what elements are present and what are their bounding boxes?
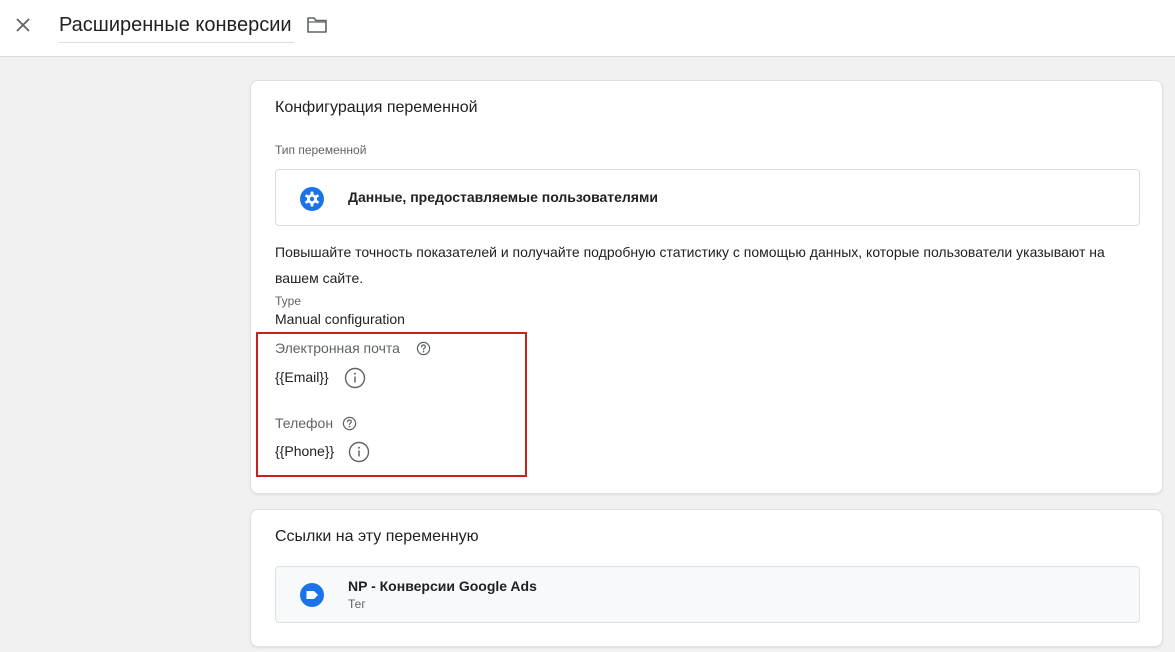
reference-kind: Тег [348, 597, 366, 611]
variable-type-selector[interactable]: Данные, предоставляемые пользователями [275, 169, 1140, 226]
mode-label: Type [275, 294, 302, 308]
folder-icon [307, 17, 327, 33]
top-bar: Расширенные конверсии [0, 0, 1175, 57]
references-card: Ссылки на эту переменную NP - Конверсии … [250, 509, 1163, 647]
close-button[interactable] [10, 12, 36, 38]
close-icon [16, 18, 30, 32]
reference-name: NP - Конверсии Google Ads [348, 578, 537, 594]
page-title: Расширенные конверсии [59, 14, 292, 36]
variable-type-name: Данные, предоставляемые пользователями [348, 189, 658, 205]
folder-button[interactable] [305, 13, 329, 37]
title-field[interactable]: Расширенные конверсии [59, 12, 294, 43]
references-card-title: Ссылки на эту переменную [275, 528, 479, 545]
gear-icon [300, 187, 324, 211]
config-card-title: Конфигурация переменной [275, 99, 478, 116]
mode-value: Manual configuration [275, 311, 405, 327]
reference-item[interactable]: NP - Конверсии Google Ads Тег [275, 566, 1140, 623]
highlight-box [256, 332, 527, 477]
tag-icon [300, 583, 324, 607]
variable-configuration-card: Конфигурация переменной Тип переменной Д… [250, 80, 1163, 494]
variable-type-label: Тип переменной [275, 143, 367, 157]
variable-description: Повышайте точность показателей и получай… [275, 244, 1105, 286]
